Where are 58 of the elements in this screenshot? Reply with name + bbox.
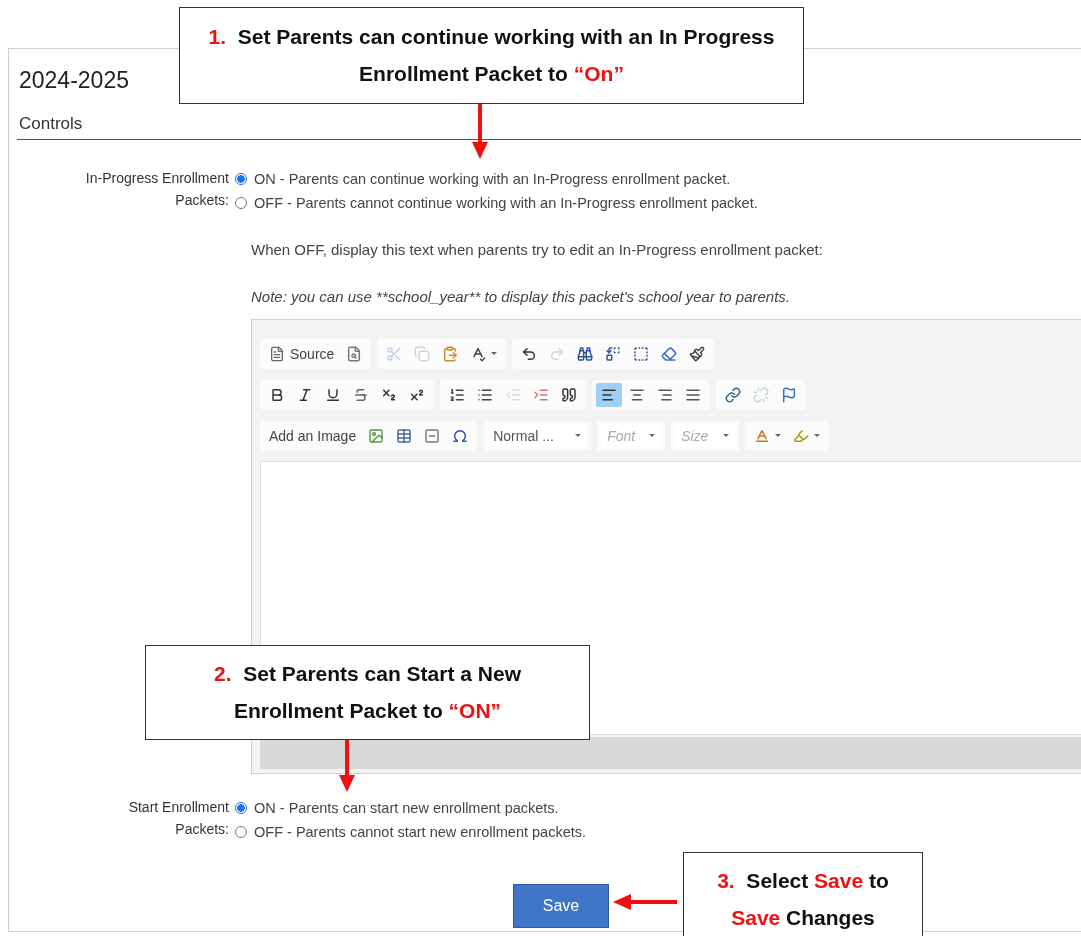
spellcheck-icon [470,345,487,362]
flag-icon [781,386,797,403]
instruction-tooltip: 2. Set Parents can Start a New Enrollment Packet to “ON” [145,645,590,740]
add-image-button[interactable]: Add an Image [264,423,362,448]
italic-icon [297,386,313,403]
option-label: OFF - Parents cannot start new enrollment packets. [254,824,587,840]
replace-icon [605,345,622,362]
caret-icon [723,434,730,437]
paste-icon [442,345,459,362]
eraser-icon [661,345,678,362]
save-button[interactable]: Save [513,884,609,928]
paintbrush-icon [689,345,706,362]
unlink-icon [753,386,769,403]
scissors-icon [386,345,403,362]
option-label: ON - Parents can start new enrollment packets. [254,800,559,816]
omega-icon [452,427,469,444]
radio-button[interactable] [235,802,247,814]
option-label: OFF - Parents cannot continue working with an In-Progress enrollment packet. [254,195,758,211]
instruction-text: When OFF, display this text when parents try to edit an In-Progress enrollment packet: [251,241,824,258]
binoculars-icon [577,345,594,362]
radio-button[interactable] [235,197,247,209]
image-icon [368,427,385,444]
caret-icon [491,352,498,355]
left-arrow [613,894,677,910]
down-arrow [339,740,355,792]
undo-icon [521,345,538,362]
underline-icon [325,386,341,403]
magnifier-document-icon [346,345,363,362]
align-left-button[interactable] [596,382,622,407]
dashed-square-icon [633,345,650,362]
strikethrough-icon [353,386,369,403]
caret-icon [649,434,656,437]
format-dropdown[interactable]: Normal ... [487,423,588,448]
numbered-list-icon [449,386,465,403]
radio-button[interactable] [235,173,247,185]
table-icon [396,427,413,444]
caret-icon [775,434,782,437]
school-year-title: 2024-2025 [19,67,129,94]
copy-icon [414,345,431,362]
radio-button[interactable] [235,826,247,838]
caret-icon [814,434,821,437]
down-arrow [472,104,488,159]
document-icon [269,345,285,362]
instruction-tooltip: 1. Set Parents can continue working with an In Progress Enrollment Packet to “On” [179,7,804,104]
source-button[interactable]: Source [264,341,340,366]
bold-icon [269,386,285,403]
setting-label: Start Enrollment Packets: [127,798,229,839]
text-color-icon [754,427,771,444]
note-text: Note: you can use **school_year** to display this packet's school year to parents. [251,288,791,305]
link-icon [725,386,741,403]
quote-icon [561,386,577,403]
highlighter-icon [793,427,810,444]
caret-icon [575,434,582,437]
option-label: ON - Parents can continue working with an In-Progress enrollment packet. [254,171,731,187]
redo-icon [549,345,566,362]
setting-label: In-Progress Enrollment Packets: [84,169,229,210]
instruction-tooltip: 3. Select Save to Save Changes [683,852,923,936]
section-heading: Controls [17,114,1081,140]
